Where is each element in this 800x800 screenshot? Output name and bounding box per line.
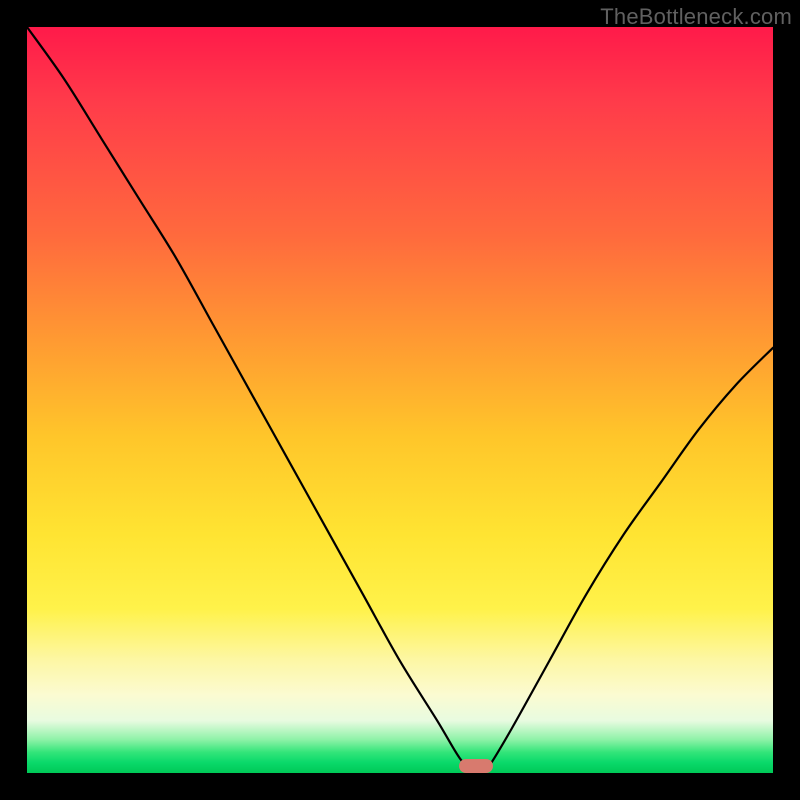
bottleneck-curve	[27, 27, 773, 773]
watermark-text: TheBottleneck.com	[600, 4, 792, 30]
chart-frame: TheBottleneck.com	[0, 0, 800, 800]
minimum-marker	[459, 759, 493, 773]
plot-area	[27, 27, 773, 773]
